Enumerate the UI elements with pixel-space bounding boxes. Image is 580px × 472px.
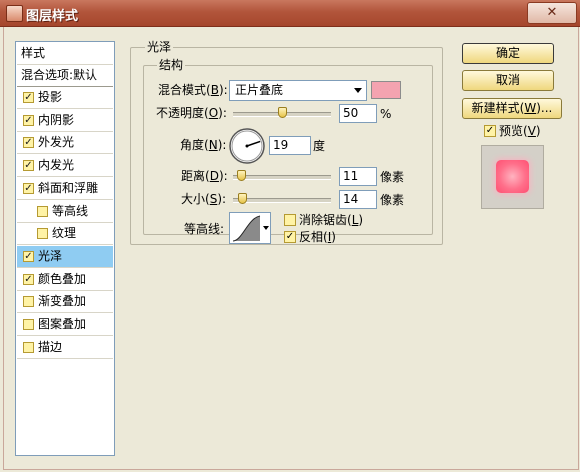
style-item[interactable]: 渐变叠加 xyxy=(17,291,113,314)
blend-options-label: 混合选项:默认 xyxy=(21,68,98,82)
style-list-header-label: 样式 xyxy=(21,46,46,60)
blend-mode-label: 混合模式(B): xyxy=(158,83,228,97)
opacity-label: 不透明度(O): xyxy=(156,106,227,120)
style-item-checkbox[interactable]: ✓ xyxy=(23,160,34,172)
chevron-down-icon xyxy=(354,88,362,93)
blend-mode-value: 正片叠底 xyxy=(235,83,284,97)
angle-unit: 度 xyxy=(313,139,326,153)
opacity-unit: % xyxy=(380,107,392,121)
close-icon: ✕ xyxy=(546,5,558,20)
style-item-checkbox[interactable] xyxy=(37,205,48,217)
style-item[interactable]: 图案叠加 xyxy=(17,314,113,336)
satin-group-title: 光泽 xyxy=(145,40,174,54)
distance-slider-track[interactable] xyxy=(233,175,331,180)
style-item-label: 内发光 xyxy=(38,158,75,173)
style-item-label: 投影 xyxy=(38,90,63,104)
style-item-label: 光泽 xyxy=(38,248,63,263)
style-list: 样式 混合选项:默认 ✓ 投影 ✓ 内阴影 ✓ 外发光 ✓ 内发光 ✓ 斜面和浮雕等高线纹理 ✓ 光泽… xyxy=(15,41,115,456)
angle-dial[interactable] xyxy=(228,127,266,165)
invert-checkbox[interactable]: ✓ xyxy=(284,231,296,243)
size-slider-track[interactable] xyxy=(233,198,331,203)
distance-slider-thumb[interactable] xyxy=(236,170,246,181)
blend-mode-select[interactable]: 正片叠底 xyxy=(229,80,367,101)
contour-dropdown-icon xyxy=(263,226,269,230)
window-title: 图层样式 xyxy=(26,9,79,24)
opacity-input[interactable]: 50 xyxy=(339,104,377,123)
title-bar[interactable]: 图层样式 ✕ xyxy=(0,0,580,27)
style-item-checkbox[interactable] xyxy=(23,296,34,308)
style-item-label: 外发光 xyxy=(38,135,75,150)
style-item-checkbox[interactable]: ✓ xyxy=(23,273,34,285)
style-item[interactable]: ✓ 内发光 xyxy=(17,155,113,178)
style-item-checkbox[interactable]: ✓ xyxy=(23,114,34,126)
anti-alias-label: 消除锯齿(L) xyxy=(299,213,364,227)
size-input[interactable]: 14 xyxy=(339,190,377,209)
structure-group-title: 结构 xyxy=(157,58,186,72)
size-unit: 像素 xyxy=(380,193,405,207)
ok-button[interactable]: 确定 xyxy=(462,43,554,64)
style-item[interactable]: 等高线 xyxy=(17,201,113,223)
style-item-checkbox[interactable] xyxy=(23,319,34,330)
style-item-label: 颜色叠加 xyxy=(38,271,87,286)
size-slider-thumb[interactable] xyxy=(237,193,247,204)
style-item-label: 内阴影 xyxy=(38,112,75,127)
angle-input[interactable]: 19 xyxy=(269,136,311,155)
style-item-label: 斜面和浮雕 xyxy=(38,180,99,195)
size-label: 大小(S): xyxy=(181,192,227,206)
style-item-checkbox[interactable]: ✓ xyxy=(23,250,34,262)
cancel-button[interactable]: 取消 xyxy=(462,70,554,91)
style-item-label: 渐变叠加 xyxy=(38,294,87,309)
style-list-header[interactable]: 样式 xyxy=(17,43,113,65)
style-item-label: 等高线 xyxy=(52,203,89,218)
style-item-checkbox[interactable] xyxy=(23,341,34,353)
style-item[interactable]: ✓ 光泽 xyxy=(17,245,113,268)
style-item[interactable]: 纹理 xyxy=(17,223,113,246)
contour-curve-icon xyxy=(232,215,261,242)
style-item[interactable]: ✓ 颜色叠加 xyxy=(17,269,113,291)
style-item[interactable]: ✓ 斜面和浮雕 xyxy=(17,178,113,200)
distance-unit: 像素 xyxy=(380,170,405,184)
style-item-checkbox[interactable]: ✓ xyxy=(23,137,34,149)
size-value: 14 xyxy=(343,192,359,206)
contour-picker[interactable] xyxy=(229,212,271,244)
new-style-button[interactable]: 新建样式(W)... xyxy=(462,98,562,119)
opacity-value: 50 xyxy=(343,106,359,120)
preview-thumbnail xyxy=(481,145,544,209)
contour-label: 等高线: xyxy=(184,222,225,236)
app-icon xyxy=(6,5,23,22)
style-item[interactable]: ✓ 投影 xyxy=(17,87,113,109)
style-item-checkbox[interactable]: ✓ xyxy=(23,182,34,194)
satin-color-swatch[interactable] xyxy=(371,81,401,99)
preview-swatch xyxy=(496,160,529,193)
distance-input[interactable]: 11 xyxy=(339,167,377,186)
opacity-slider-thumb[interactable] xyxy=(277,107,287,118)
preview-label: 预览(V) xyxy=(499,124,541,138)
invert-label: 反相(I) xyxy=(299,230,336,244)
anti-alias-checkbox[interactable] xyxy=(284,214,296,226)
style-item-label: 描边 xyxy=(38,339,63,354)
style-item[interactable]: ✓ 外发光 xyxy=(17,132,113,155)
style-item-label: 纹理 xyxy=(52,226,77,241)
angle-value: 19 xyxy=(273,138,289,152)
style-item-label: 图案叠加 xyxy=(38,317,87,331)
preview-checkbox[interactable]: ✓ xyxy=(484,125,496,137)
distance-label: 距离(D): xyxy=(181,169,228,183)
style-item[interactable]: 描边 xyxy=(17,337,113,359)
style-item-checkbox[interactable]: ✓ xyxy=(23,92,34,103)
style-item[interactable]: ✓ 内阴影 xyxy=(17,110,113,132)
blend-options-item[interactable]: 混合选项:默认 xyxy=(17,65,113,87)
close-button[interactable]: ✕ xyxy=(527,2,577,24)
angle-label: 角度(N): xyxy=(180,138,227,152)
distance-value: 11 xyxy=(343,169,359,183)
style-item-checkbox[interactable] xyxy=(37,228,48,240)
